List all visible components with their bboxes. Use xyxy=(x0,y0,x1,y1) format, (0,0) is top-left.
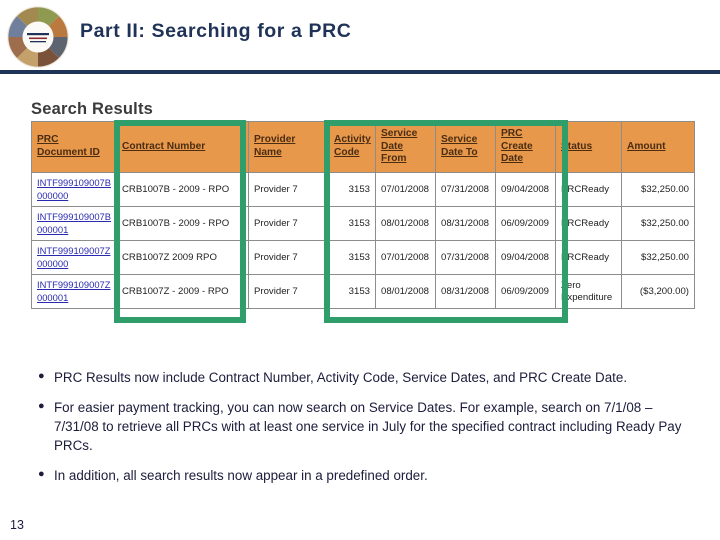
cell-provider-name: Provider 7 xyxy=(248,274,329,309)
slide-header: Part II: Searching for a PRC xyxy=(0,0,720,74)
cell-status: PRCReady xyxy=(555,240,622,275)
cell-service-date-to: 07/31/2008 xyxy=(435,240,496,275)
cell-amount: $32,250.00 xyxy=(621,240,695,275)
list-item: ● PRC Results now include Contract Numbe… xyxy=(38,368,688,387)
bullet-text: In addition, all search results now appe… xyxy=(54,468,428,484)
cell-prc-document-id: INTF999109007Z000000 xyxy=(31,240,117,275)
page-title: Part II: Searching for a PRC xyxy=(80,20,352,42)
cell-service-date-from: 08/01/2008 xyxy=(375,274,436,309)
cell-service-date-from: 07/01/2008 xyxy=(375,172,436,207)
cell-amount: $32,250.00 xyxy=(621,172,695,207)
cell-contract-number: CRB1007B - 2009 - RPO xyxy=(116,172,249,207)
column-header-service-date-to[interactable]: Service Date To xyxy=(435,121,496,173)
bullet-dot-icon: ● xyxy=(38,400,45,413)
cell-activity-code: 3153 xyxy=(328,206,376,241)
column-header-contract-number[interactable]: Contract Number xyxy=(116,121,249,173)
search-results-table: PRC Document ID Contract Number Provider… xyxy=(31,121,695,309)
column-header-service-date-from[interactable]: Service Date From xyxy=(375,121,436,173)
cell-prc-create-date: 06/09/2009 xyxy=(495,274,556,309)
cell-contract-number: CRB1007Z 2009 RPO xyxy=(116,240,249,275)
bullet-dot-icon: ● xyxy=(38,370,45,382)
cell-prc-create-date: 09/04/2008 xyxy=(495,172,556,207)
cell-service-date-from: 08/01/2008 xyxy=(375,206,436,241)
cell-status: Zero Expenditure xyxy=(555,274,622,309)
bullet-text: PRC Results now include Contract Number,… xyxy=(54,370,628,385)
cell-prc-document-id: INTF999109007B000001 xyxy=(31,206,117,241)
cell-service-date-to: 08/31/2008 xyxy=(435,274,496,309)
cell-prc-create-date: 09/04/2008 xyxy=(495,240,556,275)
cell-service-date-to: 08/31/2008 xyxy=(435,206,496,241)
prc-document-id-link[interactable]: INTF999109007B000000 xyxy=(37,177,111,201)
table-row: INTF999109007Z000000 CRB1007Z 2009 RPO P… xyxy=(31,240,695,275)
prc-document-id-link[interactable]: INTF999109007B000001 xyxy=(37,211,111,235)
table-header-row: PRC Document ID Contract Number Provider… xyxy=(31,121,695,173)
cell-provider-name: Provider 7 xyxy=(248,206,329,241)
cell-status: PRCReady xyxy=(555,172,622,207)
cell-amount: $32,250.00 xyxy=(621,206,695,241)
program-logo xyxy=(7,6,69,68)
cell-provider-name: Provider 7 xyxy=(248,240,329,275)
cell-activity-code: 3153 xyxy=(328,172,376,207)
bullet-dot-icon: ● xyxy=(38,468,45,481)
search-results-table-container: PRC Document ID Contract Number Provider… xyxy=(31,121,695,309)
list-item: ● For easier payment tracking, you can n… xyxy=(38,398,688,455)
bullet-text: For easier payment tracking, you can now… xyxy=(54,400,682,454)
cell-contract-number: CRB1007Z - 2009 - RPO xyxy=(116,274,249,309)
prc-document-id-link[interactable]: INTF999109007Z000001 xyxy=(37,279,110,303)
table-row: INTF999109007Z000001 CRB1007Z - 2009 - R… xyxy=(31,274,695,309)
header-divider xyxy=(0,70,720,74)
table-row: INTF999109007B000001 CRB1007B - 2009 - R… xyxy=(31,206,695,241)
cell-prc-create-date: 06/09/2009 xyxy=(495,206,556,241)
bullet-list: ● PRC Results now include Contract Numbe… xyxy=(38,368,688,496)
column-header-amount[interactable]: Amount xyxy=(621,121,695,173)
column-header-activity-code[interactable]: Activity Code xyxy=(328,121,376,173)
cell-service-date-to: 07/31/2008 xyxy=(435,172,496,207)
search-results-heading: Search Results xyxy=(31,100,154,118)
cell-prc-document-id: INTF999109007B000000 xyxy=(31,172,117,207)
prc-document-id-link[interactable]: INTF999109007Z000000 xyxy=(37,245,110,269)
table-row: INTF999109007B000000 CRB1007B - 2009 - R… xyxy=(31,172,695,207)
cell-provider-name: Provider 7 xyxy=(248,172,329,207)
cell-status: PRCReady xyxy=(555,206,622,241)
column-header-provider-name[interactable]: Provider Name xyxy=(248,121,329,173)
column-header-status[interactable]: Status xyxy=(555,121,622,173)
column-header-prc-document-id[interactable]: PRC Document ID xyxy=(31,121,117,173)
cell-amount: ($3,200.00) xyxy=(621,274,695,309)
cell-prc-document-id: INTF999109007Z000001 xyxy=(31,274,117,309)
cell-service-date-from: 07/01/2008 xyxy=(375,240,436,275)
cell-activity-code: 3153 xyxy=(328,240,376,275)
page-number: 13 xyxy=(10,518,24,532)
cell-activity-code: 3153 xyxy=(328,274,376,309)
column-header-prc-create-date[interactable]: PRC Create Date xyxy=(495,121,556,173)
list-item: ● In addition, all search results now ap… xyxy=(38,466,688,485)
cell-contract-number: CRB1007B - 2009 - RPO xyxy=(116,206,249,241)
